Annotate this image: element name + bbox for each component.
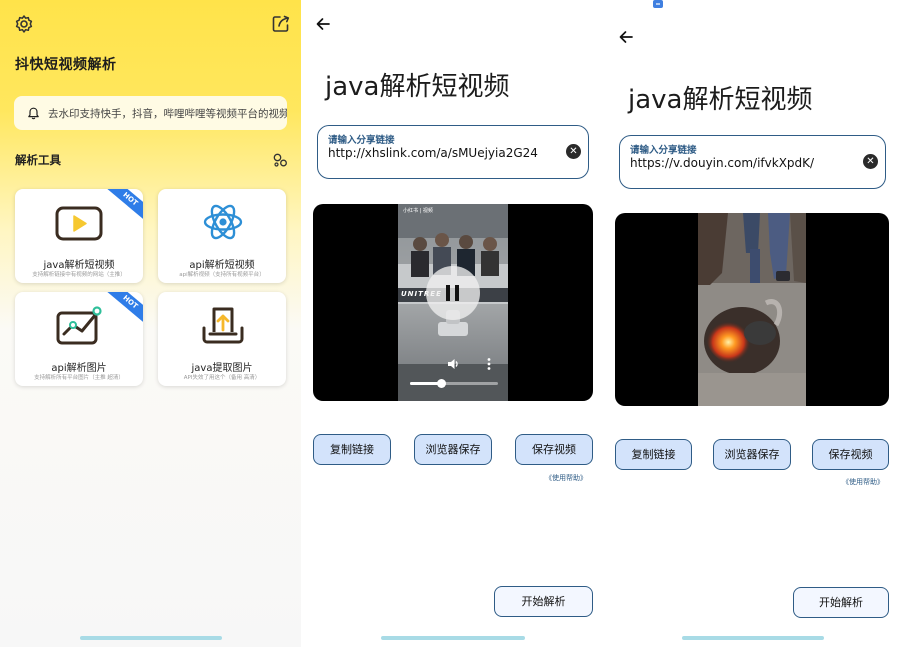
page-title: java解析短视频 [325,72,510,102]
clear-icon[interactable]: ✕ [566,144,581,159]
tool-card-api-image[interactable]: HOT api解析图片 支持解析所有平台图片（主推 超清） [15,292,143,386]
video-frame-image [698,213,806,406]
video-player[interactable]: 小红书 | 视频 UNITREE [313,204,593,401]
clear-icon[interactable]: ✕ [863,154,878,169]
browser-save-button[interactable]: 浏览器保存 [414,434,492,465]
pause-button[interactable] [426,266,480,320]
card-title: api解析短视频 [189,260,255,271]
home-indicator[interactable] [381,636,525,640]
copy-link-button[interactable]: 复制链接 [313,434,391,465]
app-title: 抖快短视频解析 [15,57,117,73]
help-link[interactable]: 《使用帮助》 [842,477,884,487]
browser-save-button[interactable]: 浏览器保存 [713,439,791,470]
home-indicator[interactable] [80,636,222,640]
more-vertical-icon[interactable] [486,357,492,371]
card-subtitle: api解析视频（支持所有视频平台） [179,272,265,278]
video-player[interactable] [615,213,889,406]
hot-badge: HOT [101,292,143,329]
start-parse-button[interactable]: 开始解析 [793,587,889,618]
card-title: java解析短视频 [43,260,115,271]
input-value[interactable]: https://v.douyin.com/ifvkXpdK/ [630,156,814,170]
notice-text: 去水印支持快手，抖音，哔哩哔哩等视频平台的视频解析 [48,108,287,120]
back-arrow-icon[interactable] [618,29,634,45]
tool-card-java-video[interactable]: HOT java解析短视频 支持解析链接中有视频的网站（主推） [15,189,143,283]
input-label: 请输入分享链接 [630,145,697,156]
save-video-button[interactable]: 保存视频 [812,439,889,470]
share-link-input[interactable]: 请输入分享链接 http://xhslink.com/a/sMUejyia2G2… [317,125,589,179]
bell-icon [28,107,39,120]
app-screens: 抖快短视频解析 去水印支持快手，抖音，哔哩哔哩等视频平台的视频解析 解析工具 H… [0,0,900,647]
card-title: java提取图片 [191,363,253,374]
parse-screen-a: java解析短视频 请输入分享链接 http://xhslink.com/a/s… [301,0,603,647]
video-overlay-text: 小红书 | 视频 [403,208,433,214]
progress-track[interactable] [410,379,498,388]
page-title: java解析短视频 [628,85,813,115]
card-title: api解析图片 [51,363,107,374]
share-icon[interactable] [271,14,291,34]
line-chart-icon [56,306,102,345]
input-value[interactable]: http://xhslink.com/a/sMUejyia2G24 [328,146,538,160]
parse-screen-b: java解析短视频 请输入分享链接 https://v.douyin.com/i… [603,0,900,647]
card-subtitle: API失效了用这个（备用 高清） [183,375,261,381]
card-subtitle: 支持解析链接中有视频的网站（主推） [32,272,126,278]
share-link-input[interactable]: 请输入分享链接 https://v.douyin.com/ifvkXpdK/ ✕ [619,135,886,189]
section-title: 解析工具 [15,153,61,167]
pause-icon [446,285,459,301]
home-screen: 抖快短视频解析 去水印支持快手，抖音，哔哩哔哩等视频平台的视频解析 解析工具 H… [0,0,301,647]
start-parse-button[interactable]: 开始解析 [494,586,593,617]
back-arrow-icon[interactable] [315,16,331,32]
shapes-icon[interactable] [272,152,288,168]
atom-icon [203,204,243,240]
hot-badge: HOT [101,189,143,226]
copy-link-button[interactable]: 复制链接 [615,439,692,470]
play-video-icon [55,206,103,241]
help-link[interactable]: 《使用帮助》 [545,473,587,483]
volume-icon[interactable] [446,357,460,371]
input-label: 请输入分享链接 [328,135,395,146]
card-subtitle: 支持解析所有平台图片（主推 超清） [34,375,124,381]
tool-card-java-image[interactable]: java提取图片 API失效了用这个（备用 高清） [158,292,286,386]
home-indicator[interactable] [682,636,824,640]
tray-upload-icon [202,307,244,344]
status-app-icon [653,0,663,8]
save-video-button[interactable]: 保存视频 [515,434,593,465]
notice-bar[interactable]: 去水印支持快手，抖音，哔哩哔哩等视频平台的视频解析 [14,96,287,130]
settings-icon[interactable] [14,14,34,34]
tool-card-api-video[interactable]: api解析短视频 api解析视频（支持所有视频平台） [158,189,286,283]
